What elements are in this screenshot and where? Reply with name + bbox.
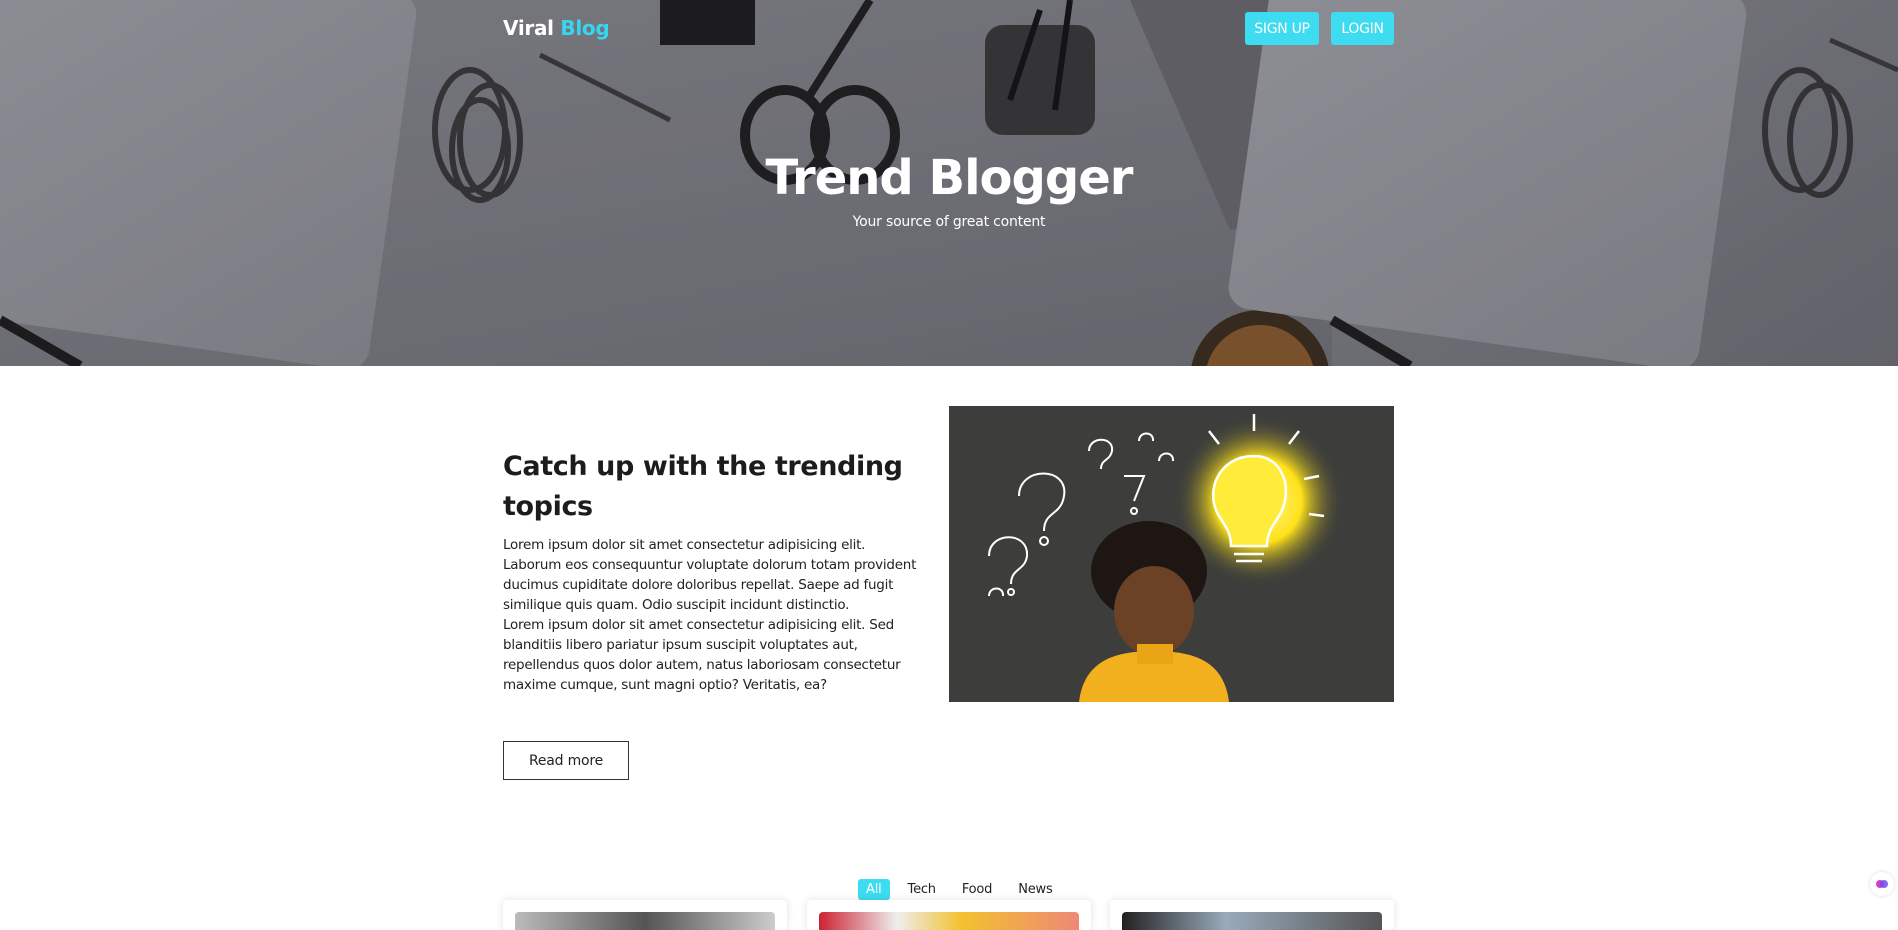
category-filters: All Tech Food News (858, 876, 1061, 902)
login-button[interactable]: LOGIN (1331, 12, 1394, 45)
feature-title: Catch up with the trending topics (503, 451, 903, 522)
post-card-thumbnail (1122, 912, 1382, 930)
chat-widget-icon[interactable] (1870, 872, 1894, 896)
read-more-button[interactable]: Read more (503, 741, 629, 780)
post-card-thumbnail (515, 912, 775, 930)
feature-body: Lorem ipsum dolor sit amet consectetur a… (503, 535, 923, 695)
hero-banner: Viral Blog SIGN UP LOGIN Trend Blogger Y… (0, 0, 1898, 366)
brand-accent: Blog (560, 16, 610, 40)
signup-button[interactable]: SIGN UP (1245, 12, 1319, 45)
hero-subtitle: Your source of great content (852, 214, 1046, 230)
feature-paragraph-2: Lorem ipsum dolor sit amet consectetur a… (503, 617, 901, 693)
tab-news[interactable]: News (1010, 879, 1060, 900)
post-card[interactable] (807, 900, 1091, 930)
tab-food[interactable]: Food (954, 879, 1000, 900)
tab-all[interactable]: All (858, 878, 890, 900)
feature-image (949, 406, 1394, 702)
post-card[interactable] (1110, 900, 1394, 930)
feature-paragraph-1: Lorem ipsum dolor sit amet consectetur a… (503, 537, 917, 613)
tab-tech[interactable]: Tech (900, 879, 944, 900)
post-card[interactable] (503, 900, 787, 930)
brand-primary: Viral (503, 16, 554, 40)
hero-title: Trend Blogger (765, 150, 1134, 206)
site-logo[interactable]: Viral Blog (503, 16, 610, 40)
post-card-thumbnail (819, 912, 1079, 930)
